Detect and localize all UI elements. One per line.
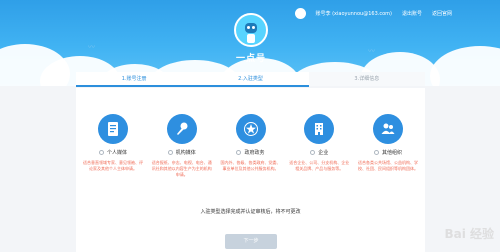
user-name: 账号李 (xiaoyunnou@163.com): [315, 11, 392, 17]
bird-decoration: 〰: [88, 43, 95, 51]
star-badge-icon: [235, 114, 266, 144]
type-label: 企业: [318, 150, 329, 156]
step-details: 3.详细信息: [308, 72, 425, 86]
microphone-icon: [166, 114, 197, 144]
notice-text: 入驻类型选择完成并认证审核后，将不可更改: [200, 209, 301, 215]
step-indicator: 1.账号注册 2.入驻类型 3.详细信息: [76, 72, 425, 86]
official-site-link[interactable]: 返回官网: [432, 10, 452, 17]
entry-type-organization[interactable]: 其他组织 适合各类公共场馆、公益机构、学校、社团、民间组织等机构团体。: [356, 114, 420, 178]
header-banner: 〰 〰 账号李 (xiaoyunnou@163.com) 退出账号 返回官网 一…: [0, 0, 500, 86]
step-progress-bar: [76, 85, 309, 87]
entry-type-government[interactable]: 政府政务 国内外、各级、各类政府、党委、事业单位及其他公共服务机构。: [219, 114, 283, 178]
user-bar: 账号李 (xiaoyunnou@163.com) 退出账号 返回官网: [294, 8, 452, 19]
logo[interactable]: 一点号: [234, 13, 268, 64]
entry-type-personal[interactable]: 个人媒体 适合垂直领域专家、意见领袖、评论家及其他个人主体申请。: [81, 114, 145, 178]
type-description: 适合报纸、杂志、电视、电台、通讯社和其他以内容生产为主的机构申请。: [151, 160, 212, 177]
step-account-register: 1.账号注册: [76, 72, 193, 86]
type-description: 适合垂直领域专家、意见领袖、评论家及其他个人主体申请。: [83, 160, 143, 171]
entry-type-institution[interactable]: 机构媒体 适合报纸、杂志、电视、电台、通讯社和其他以内容生产为主的机构申请。: [150, 114, 214, 178]
avatar[interactable]: [294, 8, 306, 19]
type-label: 其他组织: [381, 150, 402, 156]
type-label: 个人媒体: [106, 150, 127, 156]
logout-link[interactable]: 退出账号: [402, 10, 422, 17]
radio-institution[interactable]: [167, 150, 173, 155]
type-description: 适合各类公共场馆、公益机构、学校、社团、民间组织等机构团体。: [358, 160, 418, 171]
type-description: 适合企业、公司、分支机构、企业相关品牌、产品与服务等。: [289, 160, 350, 171]
logo-text: 一点号: [235, 54, 266, 64]
radio-personal[interactable]: [98, 150, 104, 155]
radio-government[interactable]: [236, 150, 242, 155]
radio-organization[interactable]: [373, 150, 379, 155]
people-icon: [373, 114, 403, 144]
robot-mascot-icon: [234, 13, 268, 47]
type-label: 政府政务: [244, 150, 265, 156]
entry-type-list: 个人媒体 适合垂直领域专家、意见领袖、评论家及其他个人主体申请。 机构媒体 适合…: [76, 114, 425, 178]
next-step-button[interactable]: 下一步: [225, 234, 277, 249]
cloud-decoration: [430, 46, 500, 86]
step-entry-type: 2.入驻类型: [192, 72, 309, 86]
type-description: 国内外、各级、各类政府、党委、事业单位及其他公共服务机构。: [220, 160, 281, 171]
type-label: 机构媒体: [175, 150, 196, 156]
entry-type-enterprise[interactable]: 企业 适合企业、公司、分支机构、企业相关品牌、产品与服务等。: [287, 114, 351, 178]
building-icon: [304, 114, 335, 144]
radio-enterprise[interactable]: [310, 150, 316, 155]
bird-decoration: 〰: [368, 47, 375, 55]
document-icon: [98, 114, 128, 144]
watermark: Bai 经验: [444, 227, 494, 241]
main-panel: 个人媒体 适合垂直领域专家、意见领袖、评论家及其他个人主体申请。 机构媒体 适合…: [76, 88, 425, 252]
